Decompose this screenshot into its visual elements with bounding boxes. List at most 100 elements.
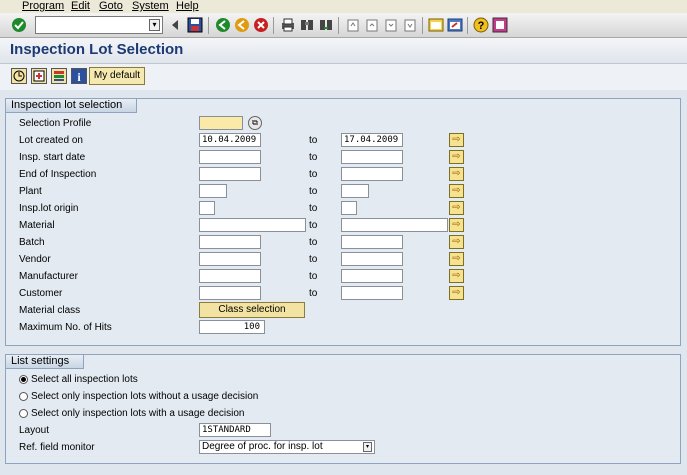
help-icon[interactable]: ? bbox=[473, 17, 489, 33]
vendor-to-field[interactable] bbox=[341, 252, 403, 266]
multiple-selection-icon[interactable]: ⇨ bbox=[449, 235, 464, 249]
first-page-icon[interactable] bbox=[345, 17, 361, 33]
label-lot-created-on: Lot created on bbox=[19, 135, 83, 146]
multiple-selection-icon[interactable]: ⇨ bbox=[449, 201, 464, 215]
class-selection-button[interactable]: Class selection bbox=[199, 302, 305, 318]
label-selection-profile: Selection Profile bbox=[19, 118, 92, 129]
title-bar: Inspection Lot Selection bbox=[0, 38, 687, 64]
label-to: to bbox=[309, 186, 318, 197]
dropdown-icon[interactable]: ▾ bbox=[363, 442, 372, 452]
ref-field-monitor-value: Degree of proc. for insp. lot bbox=[202, 441, 323, 452]
menu-program[interactable]: Program bbox=[22, 0, 64, 12]
lot-created-to-field[interactable]: 17.04.2009 bbox=[341, 133, 403, 147]
my-default-button[interactable]: My default bbox=[89, 67, 145, 85]
customer-to-field[interactable] bbox=[341, 286, 403, 300]
create-session-icon[interactable] bbox=[428, 17, 444, 33]
label-to: to bbox=[309, 237, 318, 248]
command-field[interactable]: ▾ bbox=[35, 16, 163, 34]
get-variant-icon[interactable] bbox=[31, 68, 47, 84]
insp-lot-origin-to-field[interactable] bbox=[341, 201, 357, 215]
exit-icon[interactable] bbox=[234, 17, 250, 33]
material-to-field[interactable] bbox=[341, 218, 448, 232]
value-help-icon[interactable]: ⧉ bbox=[248, 116, 262, 130]
info-icon[interactable]: i bbox=[71, 68, 87, 84]
application-toolbar: i My default bbox=[0, 64, 687, 90]
label-insp-start-date: Insp. start date bbox=[19, 152, 86, 163]
multiple-selection-icon[interactable]: ⇨ bbox=[449, 252, 464, 266]
customer-from-field[interactable] bbox=[199, 286, 261, 300]
multiple-selection-icon[interactable]: ⇨ bbox=[449, 133, 464, 147]
maximum-hits-field[interactable]: 100 bbox=[199, 320, 265, 334]
shortcut-icon[interactable] bbox=[447, 17, 463, 33]
menu-system[interactable]: System bbox=[132, 0, 169, 12]
end-of-inspection-from-field[interactable] bbox=[199, 167, 261, 181]
insp-start-from-field[interactable] bbox=[199, 150, 261, 164]
label-material-class: Material class bbox=[19, 305, 81, 316]
end-of-inspection-to-field[interactable] bbox=[341, 167, 403, 181]
menu-bar: Program Edit Goto System Help bbox=[0, 0, 687, 13]
vendor-from-field[interactable] bbox=[199, 252, 261, 266]
multiple-selection-icon[interactable]: ⇨ bbox=[449, 184, 464, 198]
save-icon[interactable] bbox=[187, 17, 203, 33]
batch-from-field[interactable] bbox=[199, 235, 261, 249]
layout-field[interactable]: 1STANDARD bbox=[199, 423, 271, 437]
label-to: to bbox=[309, 203, 318, 214]
multiple-selection-icon[interactable]: ⇨ bbox=[449, 218, 464, 232]
multiple-selection-icon[interactable]: ⇨ bbox=[449, 286, 464, 300]
label-to: to bbox=[309, 152, 318, 163]
collapse-command-icon[interactable] bbox=[170, 19, 180, 31]
insp-lot-origin-from-field[interactable] bbox=[199, 201, 215, 215]
plant-from-field[interactable] bbox=[199, 184, 227, 198]
next-page-icon[interactable] bbox=[383, 17, 399, 33]
ref-field-monitor-select[interactable]: Degree of proc. for insp. lot ▾ bbox=[199, 440, 375, 454]
find-icon[interactable] bbox=[299, 17, 315, 33]
command-history-icon[interactable]: ▾ bbox=[149, 19, 160, 31]
label-with-usage-decision: Select only inspection lots with a usage… bbox=[31, 408, 245, 419]
multiple-selection-icon[interactable]: ⇨ bbox=[449, 167, 464, 181]
last-page-icon[interactable] bbox=[402, 17, 418, 33]
selection-options-icon[interactable] bbox=[51, 68, 67, 84]
label-to: to bbox=[309, 169, 318, 180]
label-vendor: Vendor bbox=[19, 254, 51, 265]
standard-toolbar: ▾ ? bbox=[0, 13, 687, 38]
svg-text:?: ? bbox=[478, 20, 485, 32]
radio-all-lots[interactable] bbox=[19, 375, 28, 384]
cancel-icon[interactable] bbox=[253, 17, 269, 33]
back-icon[interactable] bbox=[215, 17, 231, 33]
selection-profile-field[interactable] bbox=[199, 116, 243, 130]
label-layout: Layout bbox=[19, 425, 50, 436]
radio-without-usage-decision[interactable] bbox=[19, 392, 28, 401]
menu-goto[interactable]: Goto bbox=[99, 0, 123, 12]
label-customer: Customer bbox=[19, 288, 63, 299]
radio-with-usage-decision[interactable] bbox=[19, 409, 28, 418]
label-to: to bbox=[309, 271, 318, 282]
find-next-icon[interactable] bbox=[318, 17, 334, 33]
batch-to-field[interactable] bbox=[341, 235, 403, 249]
menu-help[interactable]: Help bbox=[176, 0, 199, 12]
material-from-field[interactable] bbox=[199, 218, 306, 232]
label-to: to bbox=[309, 135, 318, 146]
label-to: to bbox=[309, 288, 318, 299]
label-maximum-hits: Maximum No. of Hits bbox=[19, 322, 112, 333]
multiple-selection-icon[interactable]: ⇨ bbox=[449, 269, 464, 283]
menu-edit[interactable]: Edit bbox=[71, 0, 90, 12]
label-insp-lot-origin: Insp.lot origin bbox=[19, 203, 79, 214]
plant-to-field[interactable] bbox=[341, 184, 369, 198]
execute-icon[interactable] bbox=[11, 68, 27, 84]
manufacturer-from-field[interactable] bbox=[199, 269, 261, 283]
enter-icon[interactable] bbox=[11, 17, 27, 33]
customize-layout-icon[interactable] bbox=[492, 17, 508, 33]
multiple-selection-icon[interactable]: ⇨ bbox=[449, 150, 464, 164]
label-all-lots: Select all inspection lots bbox=[31, 374, 138, 385]
label-material: Material bbox=[19, 220, 55, 231]
label-ref-field-monitor: Ref. field monitor bbox=[19, 442, 95, 453]
manufacturer-to-field[interactable] bbox=[341, 269, 403, 283]
group-title-selection: Inspection lot selection bbox=[6, 99, 138, 113]
page-title: Inspection Lot Selection bbox=[10, 41, 184, 58]
insp-start-to-field[interactable] bbox=[341, 150, 403, 164]
label-to: to bbox=[309, 220, 318, 231]
previous-page-icon[interactable] bbox=[364, 17, 380, 33]
print-icon[interactable] bbox=[280, 17, 296, 33]
main-area: Inspection lot selection Selection Profi… bbox=[0, 90, 687, 475]
lot-created-from-field[interactable]: 10.04.2009 bbox=[199, 133, 261, 147]
